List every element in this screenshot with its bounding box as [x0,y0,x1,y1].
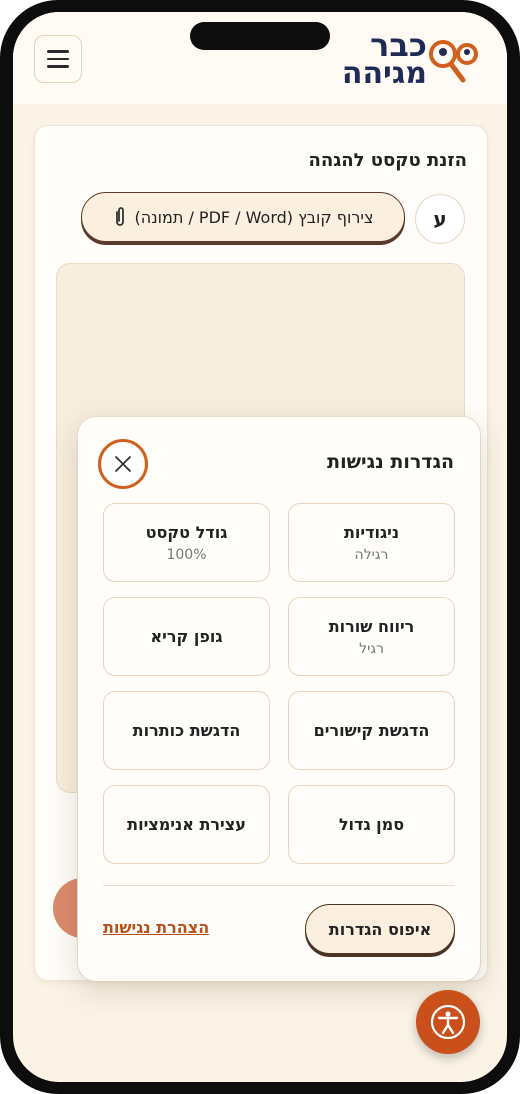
screen: כבר מגיהה הזנת טקסט להגהה ע צירוף קובץ (… [13,12,507,1082]
attach-label: צירוף קובץ (PDF / Word / תמונה) [134,207,374,227]
option-label: גופן קריא [150,627,223,646]
option-text-size[interactable]: גודל טקסט 100% [103,503,270,582]
hebrew-toggle-button[interactable]: ע [415,194,465,244]
close-button[interactable] [98,439,148,489]
menu-button[interactable] [34,35,82,83]
phone-frame: כבר מגיהה הזנת טקסט להגהה ע צירוף קובץ (… [0,0,520,1094]
option-label: הדגשת קישורים [313,721,430,740]
editor-title: הזנת טקסט להגהה [308,150,467,171]
option-value: רגילה [354,546,389,563]
option-readable-font[interactable]: גופן קריא [103,597,270,676]
hamburger-menu-icon [47,50,69,53]
option-large-cursor[interactable]: סמן גדול [288,785,455,864]
option-label: סמן גדול [338,815,405,834]
option-stop-animations[interactable]: עצירת אנימציות [103,785,270,864]
accessibility-person-icon [430,1004,466,1040]
reset-settings-button[interactable]: איפוס הגדרות [305,904,455,954]
option-label: ריווח שורות [328,616,415,636]
option-label: עצירת אנימציות [127,815,246,834]
accessibility-fab-button[interactable] [416,990,480,1054]
option-contrast[interactable]: ניגודיות רגילה [288,503,455,582]
option-label: גודל טקסט [145,522,228,542]
option-value: רגיל [359,640,384,657]
panel-divider [103,885,455,886]
phone-notch [190,22,330,50]
paperclip-icon [115,207,124,226]
accessibility-panel-title: הגדרות נגישות [327,451,454,473]
option-label: הדגשת כותרות [132,721,241,740]
glasses-magnifier-icon [429,40,478,83]
option-value: 100% [166,546,207,563]
logo-line-2: מגיהה [341,56,427,91]
accessibility-statement-link[interactable]: הצהרת נגישות [103,918,209,937]
close-icon [115,456,131,472]
accessibility-settings-panel: הגדרות נגישות ניגודיות רגילה גודל טקסט 1… [78,417,480,981]
brand-logo[interactable]: כבר מגיהה [335,28,485,91]
attach-file-button[interactable]: צירוף קובץ (PDF / Word / תמונה) [81,192,405,242]
option-highlight-headings[interactable]: הדגשת כותרות [103,691,270,770]
option-label: ניגודיות [343,522,400,542]
option-line-spacing[interactable]: ריווח שורות רגיל [288,597,455,676]
option-highlight-links[interactable]: הדגשת קישורים [288,691,455,770]
